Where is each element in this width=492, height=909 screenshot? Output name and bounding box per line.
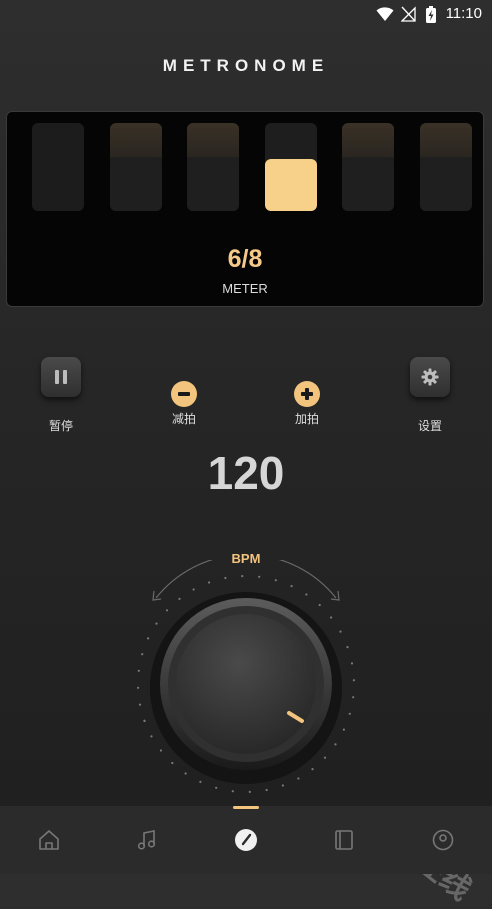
settings-button[interactable]	[410, 357, 450, 397]
dial-tick	[137, 669, 140, 672]
metronome-icon	[235, 829, 257, 851]
dial-tick	[323, 756, 327, 759]
plus-icon	[301, 388, 313, 400]
dial-tick	[318, 603, 321, 607]
dial-tick	[215, 786, 218, 789]
profile-icon	[432, 829, 454, 851]
dial-tick	[241, 575, 244, 578]
meter-value[interactable]: 6/8	[7, 245, 483, 274]
dial-tick	[339, 630, 342, 633]
dial-tick	[150, 735, 153, 738]
decrease-beat-button[interactable]	[171, 381, 197, 407]
bottom-nav	[0, 806, 492, 874]
beat-indicator	[342, 123, 395, 211]
dial-tick	[352, 679, 355, 682]
decrease-beat-label: 减拍	[171, 412, 196, 426]
beat-indicator-fill	[420, 159, 472, 211]
status-time: 11:10	[445, 5, 482, 22]
dial-tick	[192, 588, 195, 591]
dial-tick	[178, 597, 181, 600]
pause-icon	[55, 370, 67, 384]
dial-tick	[184, 772, 187, 775]
beat-indicator-fill	[264, 159, 317, 211]
dial-tick	[141, 653, 144, 656]
gear-icon	[421, 368, 439, 386]
beat-indicator	[420, 123, 472, 211]
nav-item-home[interactable]	[0, 806, 98, 874]
increase-beat-label: 加拍	[294, 412, 319, 426]
dial-tick	[290, 585, 293, 588]
dial-tick	[231, 790, 234, 793]
dial-tick	[143, 719, 146, 722]
home-icon	[39, 830, 59, 850]
dial-tick	[165, 609, 169, 612]
dial-arc-left-arrow	[152, 590, 162, 601]
dial-tick	[248, 790, 251, 793]
dial-tick	[346, 646, 349, 649]
book-icon	[335, 830, 353, 850]
settings-label: 设置	[417, 419, 442, 433]
dial-tick	[297, 777, 300, 780]
dial-tick	[265, 788, 268, 792]
bpm-value: 120	[207, 447, 285, 499]
beat-indicator-fill	[109, 159, 162, 211]
dial-tick	[334, 743, 337, 746]
beat-indicator	[109, 123, 162, 211]
nav-item-profile[interactable]	[394, 806, 492, 874]
dial-tick	[311, 768, 314, 771]
dial-tick	[171, 761, 174, 765]
nav-item-music[interactable]	[98, 806, 196, 874]
beat-panel: 6/8 METER	[6, 111, 484, 307]
dial-tick	[137, 686, 140, 689]
dial-tick	[138, 703, 142, 706]
wifi-icon	[376, 7, 394, 21]
page-title: METRONOME	[162, 56, 330, 75]
music-icon	[137, 830, 156, 850]
dial-tick	[274, 579, 277, 582]
signal-off-icon	[401, 6, 416, 22]
pause-label: 暂停	[48, 419, 73, 433]
dial-tick	[147, 637, 150, 640]
dial-tick	[305, 593, 308, 596]
beat-indicator	[32, 123, 84, 211]
dial-tick	[342, 728, 345, 731]
status-bar: 11:10	[0, 0, 492, 30]
dial-tick	[348, 712, 351, 715]
meter-label: METER	[222, 281, 268, 296]
beat-indicator-active	[264, 123, 317, 211]
beat-indicator	[187, 123, 240, 211]
beat-indicator-fill	[342, 159, 395, 211]
knob-face	[176, 614, 316, 754]
dial-tick	[330, 616, 333, 619]
tempo-dial[interactable]	[116, 560, 376, 810]
minus-icon	[178, 392, 190, 396]
dial-tick	[159, 749, 162, 752]
pause-button[interactable]	[41, 357, 81, 397]
nav-item-metronome[interactable]	[197, 806, 295, 874]
dial-tick	[208, 581, 211, 584]
increase-beat-button[interactable]	[294, 381, 320, 407]
dial-tick	[199, 780, 202, 783]
dial-tick	[224, 576, 227, 580]
dial-tick	[281, 784, 284, 787]
dial-tick	[258, 575, 261, 578]
dial-tick	[155, 622, 158, 625]
dial-tick	[350, 662, 354, 665]
beat-indicator-fill	[187, 159, 240, 211]
battery-charging-icon	[426, 6, 436, 23]
nav-item-book[interactable]	[295, 806, 393, 874]
dial-arc-right-arrow	[330, 590, 340, 601]
dial-tick	[352, 696, 355, 699]
